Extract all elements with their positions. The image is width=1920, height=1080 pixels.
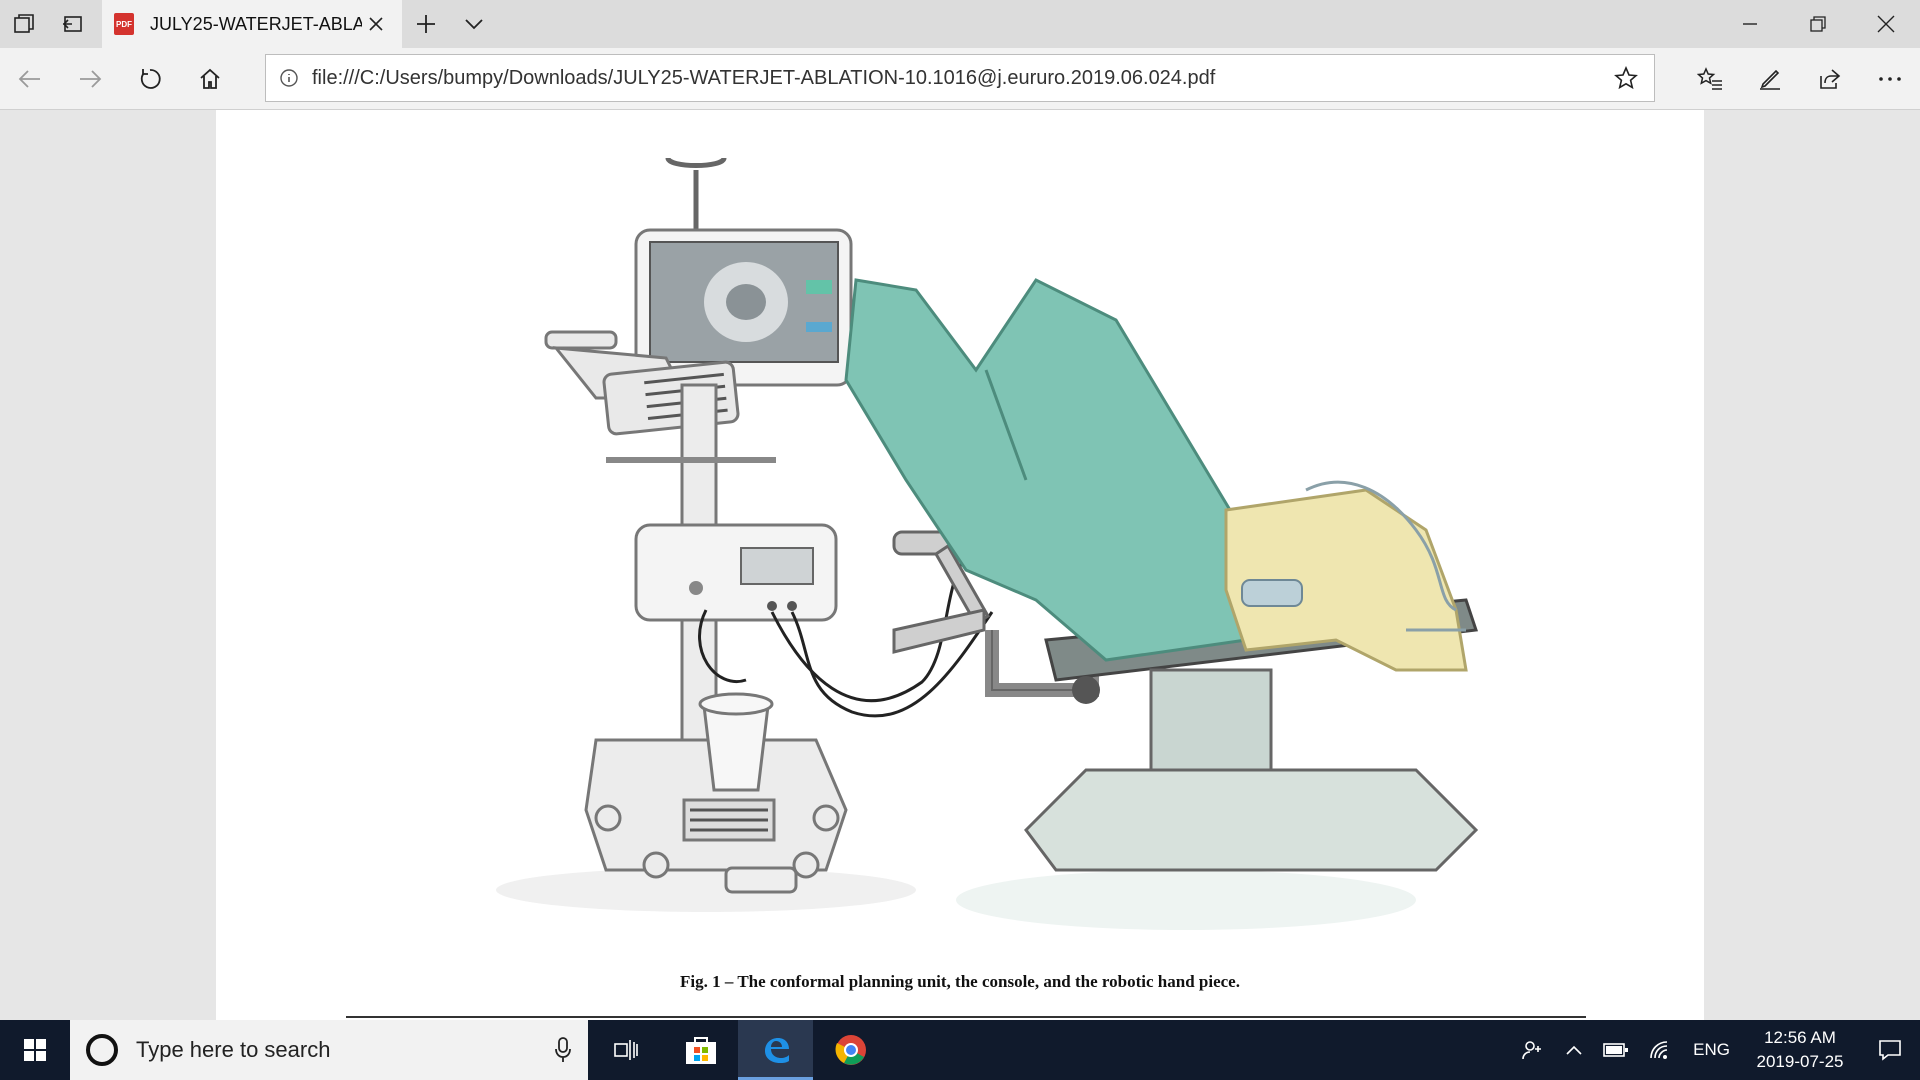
notification-icon bbox=[1879, 1040, 1901, 1061]
minimize-button[interactable] bbox=[1716, 0, 1784, 48]
people-icon[interactable] bbox=[1511, 1020, 1555, 1080]
close-icon bbox=[1877, 15, 1895, 33]
pen-icon bbox=[1760, 69, 1780, 90]
home-icon bbox=[200, 68, 220, 89]
star-icon bbox=[1614, 66, 1638, 90]
chevron-up-icon[interactable] bbox=[1555, 1020, 1593, 1080]
favorite-button[interactable] bbox=[1598, 66, 1654, 90]
web-note-button[interactable] bbox=[1740, 48, 1800, 110]
restore-icon bbox=[1810, 16, 1826, 32]
browser-tab[interactable]: PDF JULY25-WATERJET-ABLA bbox=[102, 0, 402, 48]
share-icon bbox=[1820, 69, 1841, 89]
language-indicator[interactable]: ENG bbox=[1683, 1020, 1740, 1080]
iv-pole bbox=[665, 156, 727, 232]
start-button[interactable] bbox=[0, 1020, 70, 1080]
favorites-hub-button[interactable] bbox=[1680, 48, 1740, 110]
minimize-icon bbox=[1743, 23, 1757, 25]
refresh-icon bbox=[140, 68, 161, 89]
set-aside-tabs-icon[interactable] bbox=[48, 0, 96, 48]
browser-titlebar: PDF JULY25-WATERJET-ABLA bbox=[0, 0, 1920, 48]
taskbar-chrome[interactable] bbox=[813, 1020, 888, 1080]
tab-manager-icon[interactable] bbox=[0, 0, 48, 48]
back-icon bbox=[18, 69, 40, 88]
close-tab-button[interactable] bbox=[362, 10, 390, 38]
figure-illustration bbox=[496, 156, 1479, 930]
windows-icon bbox=[24, 1039, 46, 1061]
windows-taskbar: Type here to search ENG 12:56 AM 2019-07… bbox=[0, 1020, 1920, 1080]
more-button[interactable] bbox=[1860, 48, 1920, 110]
store-icon bbox=[685, 1037, 716, 1064]
restore-button[interactable] bbox=[1784, 0, 1852, 48]
pdf-page: Fig. 1 – The conformal planning unit, th… bbox=[216, 110, 1704, 1020]
pdf-icon: PDF bbox=[114, 13, 134, 35]
chrome-icon bbox=[835, 1035, 866, 1065]
patient-arm-band bbox=[1241, 579, 1303, 607]
figure-caption: Fig. 1 – The conformal planning unit, th… bbox=[680, 972, 1240, 991]
action-center-button[interactable] bbox=[1860, 1020, 1920, 1080]
tab-title: JULY25-WATERJET-ABLA bbox=[150, 13, 362, 34]
close-window-button[interactable] bbox=[1852, 0, 1920, 48]
surgical-drape bbox=[844, 278, 1268, 662]
taskbar-edge[interactable] bbox=[738, 1020, 813, 1080]
back-button[interactable] bbox=[0, 49, 60, 109]
taskbar-store[interactable] bbox=[663, 1020, 738, 1080]
page-divider bbox=[346, 1016, 1586, 1018]
forward-icon bbox=[80, 69, 102, 88]
taskbar-search[interactable]: Type here to search bbox=[70, 1020, 588, 1080]
clock-date: 2019-07-25 bbox=[1756, 1052, 1844, 1071]
forward-button[interactable] bbox=[60, 49, 120, 109]
battery-icon[interactable] bbox=[1593, 1020, 1639, 1080]
clock-time: 12:56 AM bbox=[1764, 1028, 1836, 1047]
microphone-icon[interactable] bbox=[538, 1037, 588, 1063]
info-icon[interactable] bbox=[266, 68, 312, 88]
plus-icon bbox=[417, 15, 435, 33]
wifi-icon[interactable] bbox=[1639, 1020, 1683, 1080]
edge-icon bbox=[764, 1038, 789, 1063]
share-button[interactable] bbox=[1800, 48, 1860, 110]
tab-list-button[interactable] bbox=[450, 0, 498, 48]
collection-bottle bbox=[698, 692, 774, 792]
pdf-viewer[interactable]: Fig. 1 – The conformal planning unit, th… bbox=[0, 110, 1920, 1020]
browser-navbar: file:///C:/Users/bumpy/Downloads/JULY25-… bbox=[0, 48, 1920, 110]
favorites-icon bbox=[1697, 67, 1722, 90]
search-placeholder: Type here to search bbox=[136, 1037, 331, 1062]
home-button[interactable] bbox=[180, 49, 240, 109]
address-url[interactable]: file:///C:/Users/bumpy/Downloads/JULY25-… bbox=[312, 67, 1598, 90]
chevron-down-icon bbox=[465, 19, 483, 30]
refresh-button[interactable] bbox=[120, 49, 180, 109]
task-view-icon bbox=[613, 1040, 638, 1060]
more-icon bbox=[1879, 77, 1901, 81]
address-bar[interactable]: file:///C:/Users/bumpy/Downloads/JULY25-… bbox=[265, 54, 1655, 102]
task-view-button[interactable] bbox=[588, 1020, 663, 1080]
new-tab-button[interactable] bbox=[402, 0, 450, 48]
console-unit bbox=[634, 523, 838, 622]
cortana-icon bbox=[86, 1034, 118, 1066]
clock[interactable]: 12:56 AM 2019-07-25 bbox=[1740, 1020, 1860, 1080]
close-icon bbox=[369, 17, 383, 31]
foot-pedal bbox=[724, 866, 798, 894]
